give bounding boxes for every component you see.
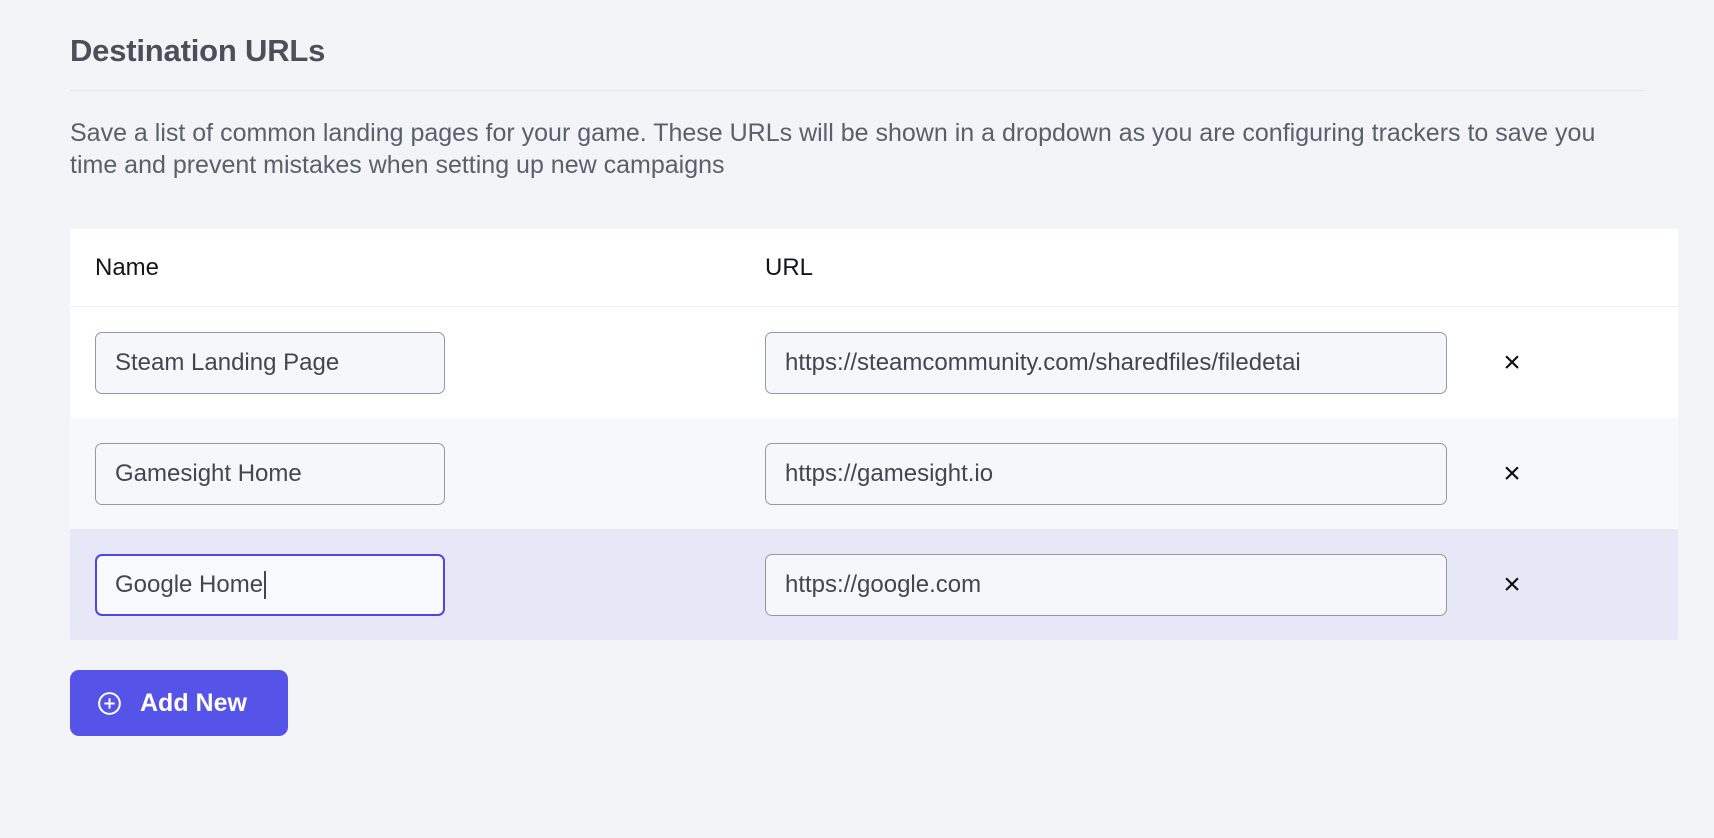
name-input[interactable]: Google Home [95, 553, 445, 616]
cell-url: https://google.com [765, 553, 1455, 616]
table-row: Gamesight Home https://gamesight.io × [70, 418, 1678, 530]
page-title: Destination URLs [70, 33, 326, 68]
url-input[interactable]: https://steamcommunity.com/sharedfiles/f… [765, 331, 1447, 394]
cell-actions: × [1455, 346, 1643, 380]
table-row: Google Home https://google.com × [70, 529, 1678, 641]
table-header-row: Name URL [70, 229, 1678, 308]
table-row: Steam Landing Page https://steamcommunit… [70, 307, 1678, 419]
column-header-name: Name [95, 253, 160, 281]
cell-actions: × [1455, 568, 1643, 602]
destination-urls-table: Name URL Steam Landing Page https://stea… [70, 229, 1678, 641]
cell-name: Gamesight Home [70, 442, 765, 505]
add-new-button-label: Add New [140, 688, 247, 717]
url-input[interactable]: https://google.com [765, 553, 1447, 616]
cell-actions: × [1455, 457, 1643, 491]
add-new-button[interactable]: Add New [70, 670, 288, 737]
close-icon[interactable]: × [1495, 568, 1529, 602]
cell-url: https://gamesight.io [765, 442, 1455, 505]
url-input[interactable]: https://gamesight.io [765, 442, 1447, 505]
cell-name: Google Home [70, 553, 765, 616]
text-caret [264, 570, 267, 599]
cell-name: Steam Landing Page [70, 331, 765, 394]
page-description: Save a list of common landing pages for … [70, 119, 1596, 180]
name-input-value: Google Home [115, 570, 264, 598]
circle-plus-icon [96, 690, 123, 717]
close-icon[interactable]: × [1495, 457, 1529, 491]
name-input[interactable]: Steam Landing Page [95, 331, 445, 394]
close-icon[interactable]: × [1495, 346, 1529, 380]
name-input[interactable]: Gamesight Home [95, 442, 445, 505]
column-header-url: URL [765, 253, 814, 281]
destination-urls-page: Destination URLs Save a list of common l… [0, 0, 1714, 838]
cell-url: https://steamcommunity.com/sharedfiles/f… [765, 331, 1455, 394]
